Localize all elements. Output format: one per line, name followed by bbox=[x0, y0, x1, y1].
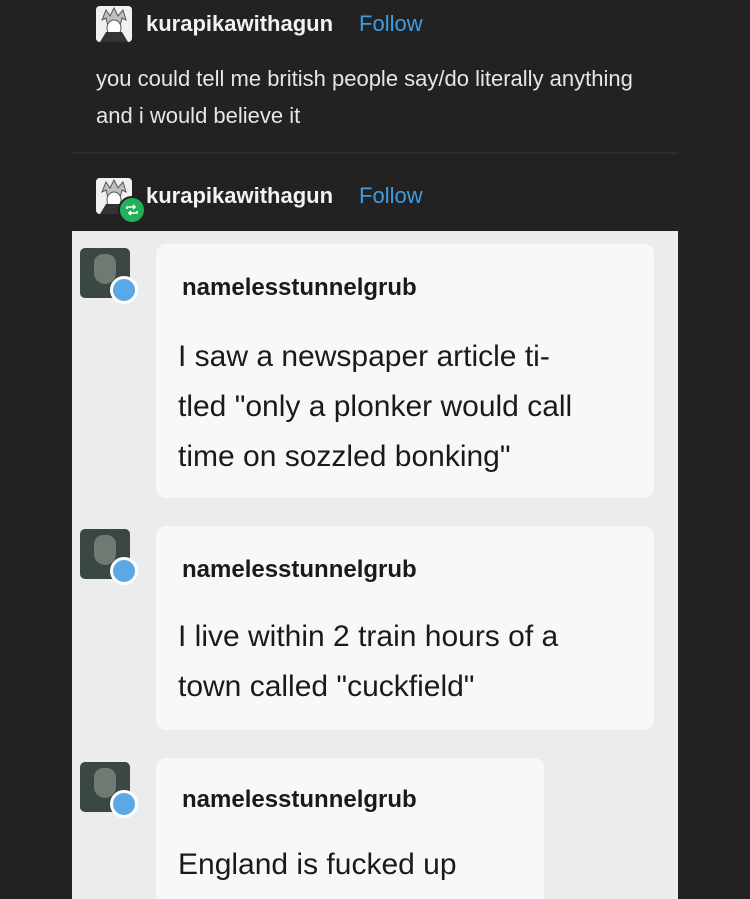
follow-button[interactable]: Follow bbox=[359, 183, 423, 209]
user-avatar[interactable] bbox=[96, 178, 146, 224]
message-line: town called "cuckfield" bbox=[178, 670, 475, 703]
chat-sender: namelesstunnelgrub bbox=[182, 556, 417, 583]
post-text: you could tell me british people say/do … bbox=[96, 66, 633, 128]
chat-message-text: I saw a newspaper article ti- tled "only… bbox=[178, 332, 572, 482]
status-dot-icon bbox=[110, 790, 138, 818]
chat-message-text: I live within 2 train hours of a town ca… bbox=[178, 612, 558, 712]
message-line: I saw a newspaper article ti- bbox=[178, 340, 550, 373]
reblog-badge bbox=[118, 196, 146, 224]
portrait-icon bbox=[94, 768, 116, 798]
status-dot-icon bbox=[110, 276, 138, 304]
portrait-icon bbox=[94, 254, 116, 284]
embedded-chat-screenshot: namelesstunnelgrub I saw a newspaper art… bbox=[72, 231, 678, 899]
portrait-icon bbox=[94, 535, 116, 565]
message-line: tled "only a plonker would call bbox=[178, 390, 573, 423]
chat-avatar bbox=[80, 248, 138, 304]
chat-bubble: namelesstunnelgrub I saw a newspaper art… bbox=[156, 244, 654, 498]
username[interactable]: kurapikawithagun bbox=[146, 183, 333, 209]
chat-sender: namelesstunnelgrub bbox=[182, 786, 417, 813]
chat-bubble: namelesstunnelgrub England is fucked up bbox=[156, 758, 544, 899]
message-line: time on sozzled bonking" bbox=[178, 440, 511, 473]
chat-avatar bbox=[80, 762, 138, 818]
anime-avatar-icon bbox=[96, 6, 132, 42]
reblog-icon bbox=[126, 204, 138, 216]
chat-sender: namelesstunnelgrub bbox=[182, 274, 417, 301]
follow-button[interactable]: Follow bbox=[359, 11, 423, 37]
message-line: England is fucked up bbox=[178, 848, 457, 881]
status-dot-icon bbox=[110, 557, 138, 585]
username[interactable]: kurapikawithagun bbox=[146, 11, 333, 37]
user-avatar[interactable] bbox=[96, 6, 132, 42]
reblog-header: kurapikawithagun Follow bbox=[96, 178, 423, 224]
chat-message-text: England is fucked up bbox=[178, 840, 457, 890]
chat-avatar bbox=[80, 529, 138, 585]
post-header: kurapikawithagun Follow bbox=[96, 6, 423, 42]
message-line: I live within 2 train hours of a bbox=[178, 620, 559, 653]
chat-bubble: namelesstunnelgrub I live within 2 train… bbox=[156, 526, 654, 730]
divider bbox=[72, 152, 678, 154]
